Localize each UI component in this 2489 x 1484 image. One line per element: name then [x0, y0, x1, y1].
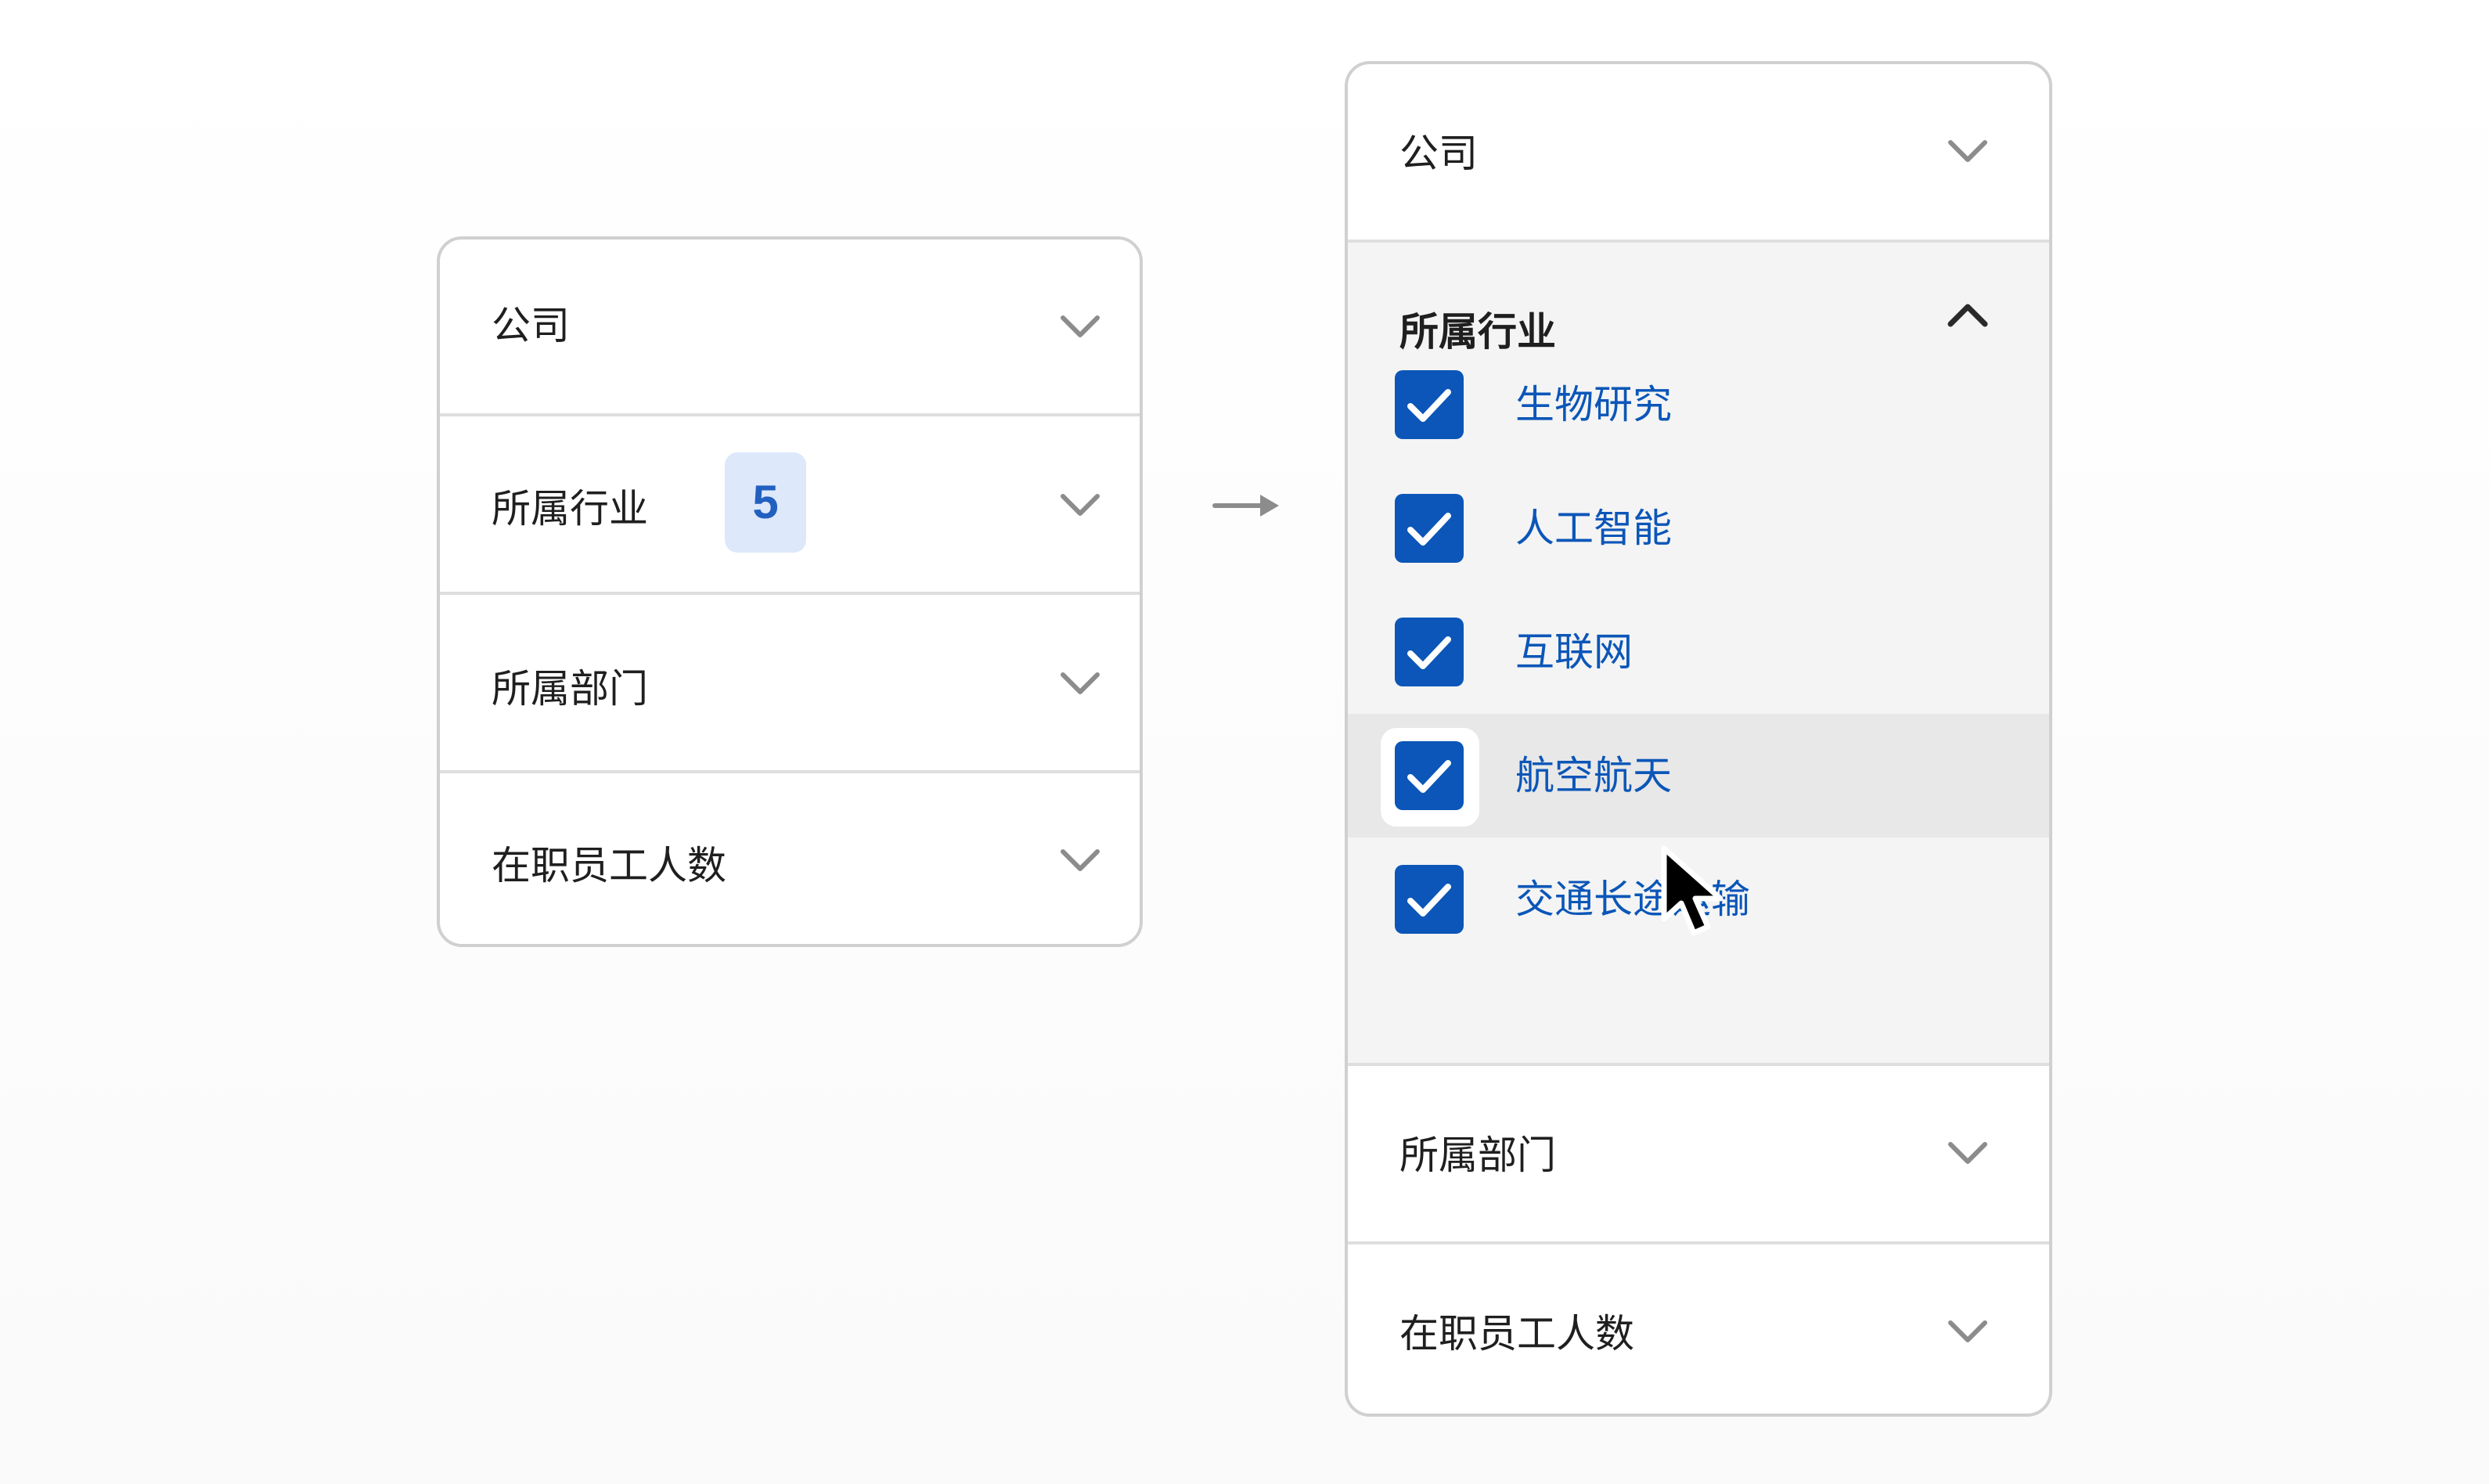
checkbox-checked[interactable] [1395, 494, 1464, 563]
mouse-pointer-icon [1658, 844, 1744, 941]
chevron-up-icon[interactable] [1944, 293, 1991, 340]
checkbox-checked[interactable] [1395, 370, 1464, 439]
filter-label-department: 所属部门 [492, 666, 648, 711]
chevron-down-icon[interactable] [1057, 836, 1104, 883]
checkbox-checked[interactable] [1395, 618, 1464, 686]
industry-option[interactable]: 人工智能 [1348, 466, 2049, 590]
filter-row-department[interactable]: 所属部门 [440, 592, 1140, 770]
industry-option-label[interactable]: 互联网 [1515, 629, 1633, 675]
industry-option-hovered[interactable]: 航空航天 [1348, 714, 2049, 837]
selected-count-badge: 5 [725, 452, 806, 553]
filter-label-company: 公司 [1399, 131, 1478, 176]
industry-option[interactable]: 生物研究 [1348, 343, 2049, 466]
filter-row-industry[interactable]: 所属行业 5 [440, 413, 1140, 592]
filter-label-industry: 所属行业 [492, 486, 648, 531]
filter-row-headcount[interactable]: 在职员工人数 [440, 770, 1140, 944]
filter-panel-expanded: 公司 所属行业 生物研究 人工智能 互联网 航空航天 交通长途运输 所属部门 在… [1345, 61, 2052, 1417]
industry-option-label[interactable]: 航空航天 [1515, 752, 1672, 799]
industry-option-label[interactable]: 生物研究 [1515, 381, 1672, 428]
filter-label-headcount: 在职员工人数 [1399, 1311, 1634, 1356]
chevron-down-icon[interactable] [1057, 481, 1104, 528]
filter-panel-collapsed: 公司 所属行业 5 所属部门 在职员工人数 [437, 236, 1143, 947]
filter-row-department[interactable]: 所属部门 [1348, 1063, 2049, 1241]
filter-row-headcount[interactable]: 在职员工人数 [1348, 1241, 2049, 1414]
filter-label-company: 公司 [492, 303, 570, 348]
checkbox-checked[interactable] [1395, 741, 1464, 810]
chevron-down-icon[interactable] [1944, 127, 1991, 174]
filter-row-company[interactable]: 公司 [440, 240, 1140, 413]
industry-option-label[interactable]: 人工智能 [1515, 505, 1672, 552]
filter-label-headcount: 在职员工人数 [492, 843, 726, 888]
checkbox-checked[interactable] [1395, 865, 1464, 934]
chevron-down-icon[interactable] [1057, 659, 1104, 706]
chevron-down-icon[interactable] [1944, 1129, 1991, 1176]
arrow-right-icon [1212, 485, 1282, 526]
chevron-down-icon[interactable] [1057, 302, 1104, 349]
filter-label-department: 所属部门 [1399, 1133, 1556, 1178]
chevron-down-icon[interactable] [1944, 1307, 1991, 1354]
filter-row-company[interactable]: 公司 [1348, 64, 2049, 240]
industry-option[interactable]: 互联网 [1348, 590, 2049, 714]
